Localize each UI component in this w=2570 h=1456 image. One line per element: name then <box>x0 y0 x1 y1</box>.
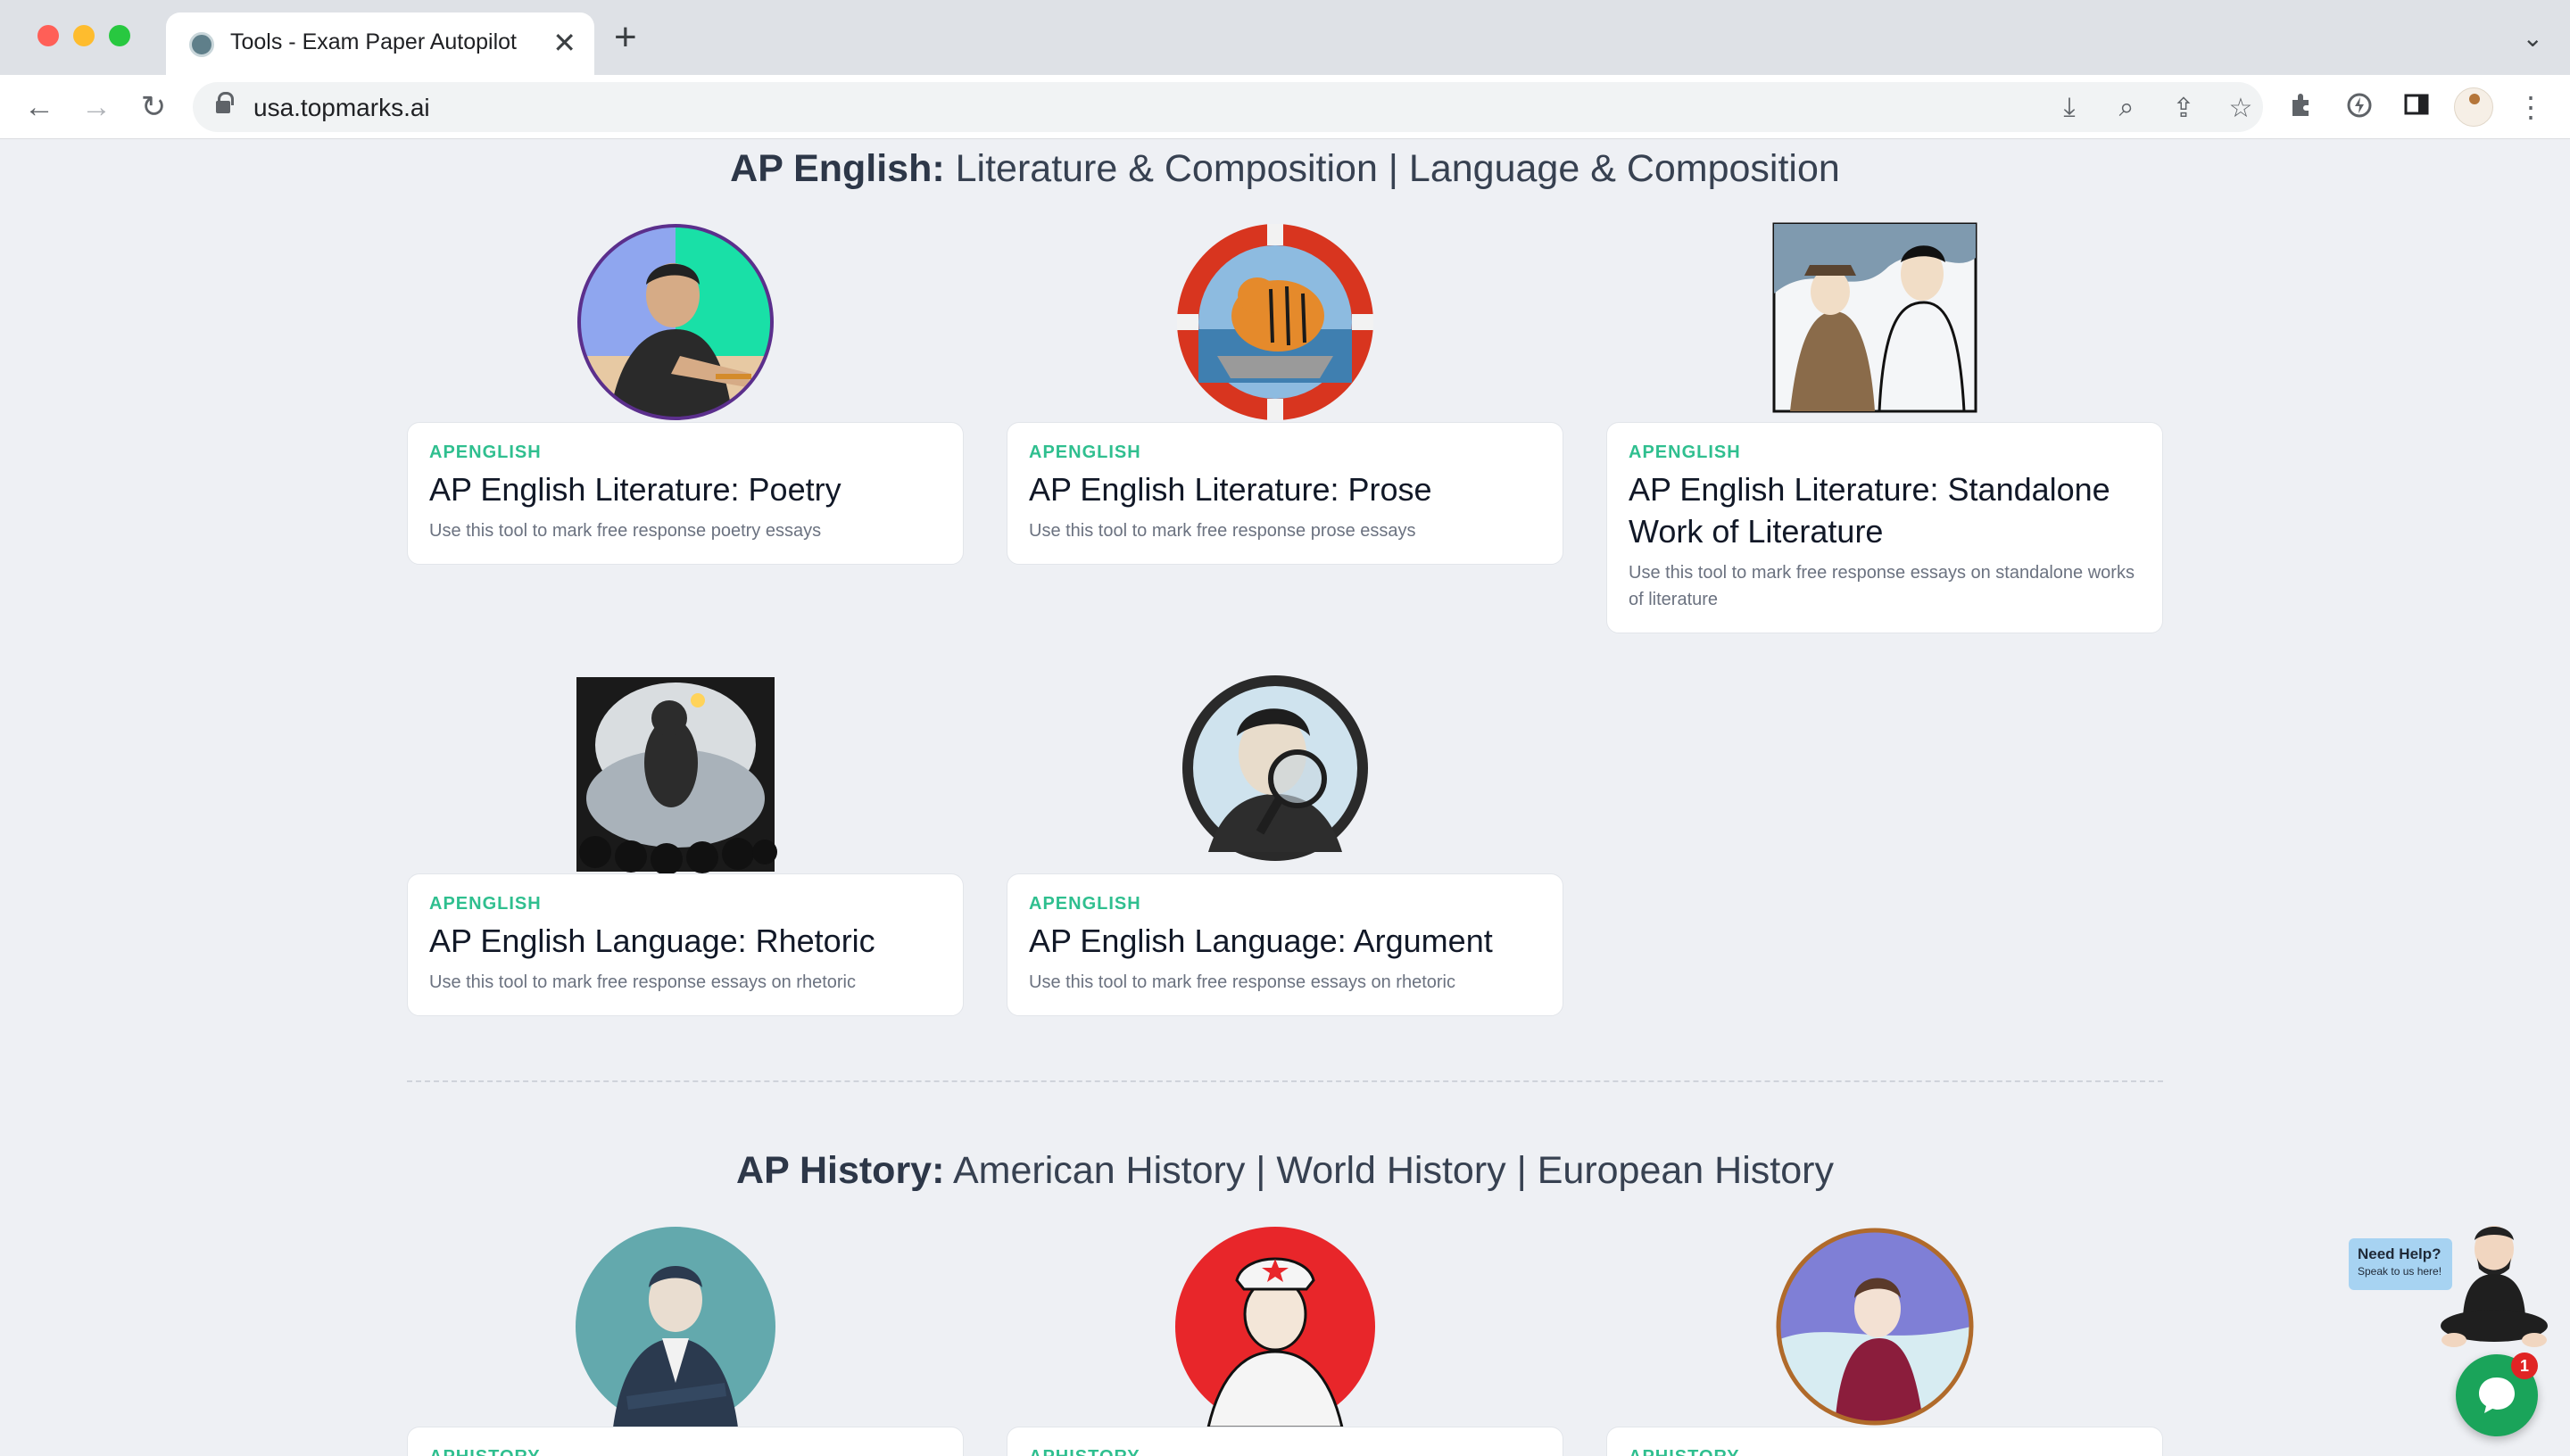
tool-card-body[interactable]: APENGLISH AP English Language: Rhetoric … <box>407 873 964 1016</box>
section-heading-bold: AP English: <box>730 147 945 190</box>
side-panel-icon[interactable] <box>2399 91 2434 124</box>
section-heading-bold: AP History: <box>736 1149 945 1192</box>
section-heading-ap-history: AP History: American History | World His… <box>0 1149 2570 1193</box>
card-category: APENGLISH <box>429 894 542 914</box>
section-heading-subtitle: Literature & Composition | Language & Co… <box>944 147 1840 190</box>
help-subtitle: Speak to us here! <box>2358 1265 2442 1278</box>
section-divider <box>407 1080 2163 1082</box>
card-description: Use this tool to mark free response poet… <box>429 521 822 541</box>
tab-close-icon[interactable]: ✕ <box>552 25 576 61</box>
site-favicon-icon <box>189 32 214 57</box>
bookmark-star-icon[interactable]: ☆ <box>2226 93 2256 124</box>
section-heading-subtitle: American History | World History | Europ… <box>944 1149 1834 1192</box>
tool-card-body[interactable]: APENGLISH AP English Literature: Poetry … <box>407 422 964 565</box>
card-title[interactable]: AP English Literature: Standalone Work o… <box>1629 468 2141 552</box>
detective-magnifier-illustration <box>1182 675 1368 861</box>
browser-tab[interactable]: Tools - Exam Paper Autopilot ✕ <box>166 12 594 75</box>
help-title: Need Help? <box>2358 1245 2442 1262</box>
tab-title: Tools - Exam Paper Autopilot <box>230 29 517 54</box>
forward-arrow-icon[interactable]: → <box>79 89 114 125</box>
card-description: Use this tool to mark free response pros… <box>1029 521 1416 541</box>
card-category: APENGLISH <box>429 443 542 462</box>
zoom-icon[interactable]: ⌕ <box>2111 93 2142 123</box>
browser-toolbar: ← → ↻ usa.topmarks.ai ⤓ ⌕ ⇪ ☆ ⋮ <box>0 75 2570 139</box>
window-zoom-button[interactable] <box>109 25 130 46</box>
kebab-menu-icon[interactable]: ⋮ <box>2513 91 2549 123</box>
extensions-puzzle-icon[interactable] <box>2284 91 2320 124</box>
tool-card-body[interactable]: APENGLISH AP English Literature: Prose U… <box>1007 422 1563 565</box>
card-category: APENGLISH <box>1029 894 1141 914</box>
man-writing-illustration <box>577 224 774 420</box>
window-close-button[interactable] <box>37 25 59 46</box>
soldier-illustration <box>1175 1227 1375 1427</box>
card-category: APHISTORY <box>429 1447 941 1456</box>
chat-notification-badge: 1 <box>2511 1353 2538 1379</box>
profile-avatar[interactable] <box>2454 87 2493 127</box>
performance-icon[interactable] <box>2342 91 2377 126</box>
card-category: APHISTORY <box>1629 1447 2141 1456</box>
woman-in-red-coat-illustration <box>1776 1228 1974 1426</box>
page-content: AP English: Literature & Composition | L… <box>0 140 2570 1456</box>
card-title[interactable]: AP English Language: Argument <box>1029 920 1541 962</box>
section-heading-ap-english: AP English: Literature & Composition | L… <box>0 147 2570 191</box>
tool-card-body[interactable]: APHISTORY <box>407 1427 964 1456</box>
browser-tab-bar: Tools - Exam Paper Autopilot ✕ + ⌄ <box>0 0 2570 75</box>
card-title[interactable]: AP English Literature: Prose <box>1029 468 1541 510</box>
card-description: Use this tool to mark free response essa… <box>429 972 856 992</box>
reload-icon[interactable]: ↻ <box>136 89 171 125</box>
two-travelers-illustration <box>1772 222 1977 413</box>
url-text[interactable]: usa.topmarks.ai <box>253 94 430 122</box>
tool-card-body[interactable]: APENGLISH AP English Language: Argument … <box>1007 873 1563 1016</box>
card-category: APENGLISH <box>1629 443 1741 462</box>
window-minimize-button[interactable] <box>73 25 95 46</box>
card-title[interactable]: AP English Literature: Poetry <box>429 468 941 510</box>
share-icon[interactable]: ⇪ <box>2168 93 2199 124</box>
tool-card-body[interactable]: APENGLISH AP English Literature: Standal… <box>1606 422 2163 633</box>
card-category: APENGLISH <box>1029 443 1141 462</box>
lock-icon[interactable] <box>216 92 234 115</box>
support-agent-illustration <box>2441 1226 2548 1347</box>
tab-search-chevron-icon[interactable]: ⌄ <box>2523 23 2543 53</box>
address-bar[interactable]: usa.topmarks.ai ⤓ ⌕ ⇪ ☆ <box>193 82 2263 132</box>
speaker-before-crowd-illustration <box>576 677 777 874</box>
new-tab-button[interactable]: + <box>614 18 637 57</box>
tiger-in-lifeboat-illustration <box>1177 224 1373 420</box>
card-title[interactable]: AP English Language: Rhetoric <box>429 920 941 962</box>
tool-card-body[interactable]: APHISTORY <box>1606 1427 2163 1456</box>
chat-bubble-icon <box>2479 1377 2515 1413</box>
install-app-icon[interactable]: ⤓ <box>2054 93 2085 123</box>
back-arrow-icon[interactable]: ← <box>21 89 57 125</box>
card-category: APHISTORY <box>1029 1447 1541 1456</box>
card-description: Use this tool to mark free response essa… <box>1029 972 1455 992</box>
card-description: Use this tool to mark free response essa… <box>1629 563 2135 609</box>
tool-card-body[interactable]: APHISTORY <box>1007 1427 1563 1456</box>
statesman-illustration <box>576 1227 775 1427</box>
